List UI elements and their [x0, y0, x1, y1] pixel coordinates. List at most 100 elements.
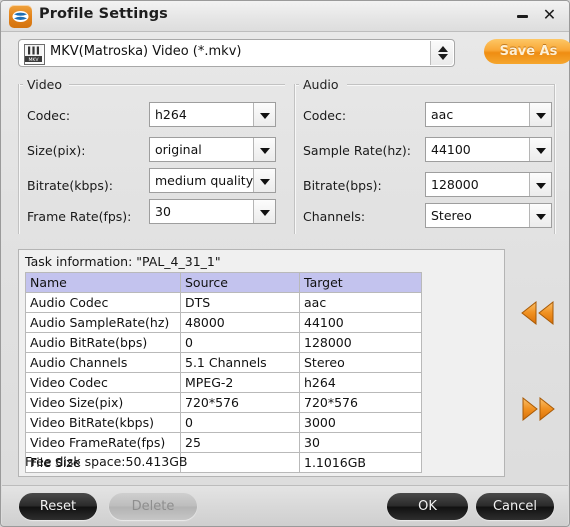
chevron-down-icon — [253, 103, 275, 126]
cell-name: Audio Channels — [25, 352, 181, 373]
cell-source: 5.1 Channels — [180, 352, 300, 373]
cell-source: 48000 — [180, 312, 300, 333]
chevron-down-icon — [529, 173, 551, 196]
audio-samplerate-label: Sample Rate(hz): — [303, 143, 411, 158]
profile-settings-window: Profile Settings ✕ MKV MKV(Matroska) Vid… — [0, 0, 570, 527]
audio-codec-label: Codec: — [303, 108, 347, 123]
task-information-table: Name Source Target Audio Codec DTS aac A… — [25, 272, 422, 473]
table-row[interactable]: Audio Channels 5.1 Channels Stereo — [25, 352, 422, 373]
cell-target: 1.1016GB — [299, 452, 422, 473]
ok-button[interactable]: OK — [387, 493, 468, 520]
page-title: Profile Settings — [39, 6, 168, 22]
save-as-button[interactable]: Save As — [484, 39, 570, 64]
audio-codec-value: aac — [431, 107, 454, 122]
forward-double-arrow-icon[interactable] — [519, 396, 559, 422]
profile-select[interactable]: MKV MKV(Matroska) Video (*.mkv) — [18, 39, 455, 67]
cell-target: 30 — [299, 432, 422, 453]
video-size-select[interactable]: original — [149, 137, 276, 162]
video-bitrate-value: medium quality — [155, 173, 254, 188]
video-framerate-select[interactable]: 30 — [149, 199, 276, 224]
video-group-rule — [69, 84, 285, 85]
audio-bitrate-label: Bitrate(bps): — [303, 178, 382, 193]
video-codec-value: h264 — [155, 107, 187, 122]
cell-name: Video BitRate(kbps) — [25, 412, 181, 433]
cell-target: 44100 — [299, 312, 422, 333]
spinner-down-icon — [438, 54, 448, 60]
audio-channels-value: Stereo — [431, 208, 472, 223]
cell-target: h264 — [299, 372, 422, 393]
audio-channels-label: Channels: — [303, 209, 366, 224]
chevron-down-icon — [529, 103, 551, 126]
chevron-down-icon — [253, 138, 275, 161]
cell-name: Audio Codec — [25, 292, 181, 313]
video-size-value: original — [155, 142, 202, 157]
title-bar: Profile Settings ✕ — [1, 1, 569, 32]
cell-name: Video Size(pix) — [25, 392, 181, 413]
cell-target: 128000 — [299, 332, 422, 353]
cell-source: 25 — [180, 432, 300, 453]
video-size-label: Size(pix): — [27, 143, 86, 158]
cell-source: 0 — [180, 412, 300, 433]
cell-source: MPEG-2 — [180, 372, 300, 393]
profile-row: MKV MKV(Matroska) Video (*.mkv) Save As — [18, 39, 570, 67]
cell-target: Stereo — [299, 352, 422, 373]
close-icon[interactable]: ✕ — [541, 5, 558, 24]
audio-samplerate-value: 44100 — [431, 142, 471, 157]
cell-source: DTS — [180, 292, 300, 313]
cell-name: Audio SampleRate(hz) — [25, 312, 181, 333]
svg-text:MKV: MKV — [28, 57, 39, 62]
delete-button[interactable]: Delete — [109, 493, 197, 520]
table-header-row: Name Source Target — [25, 272, 422, 293]
mkv-file-icon: MKV — [24, 44, 45, 65]
bluray-disc-icon — [9, 5, 32, 28]
audio-group-border-left — [294, 84, 295, 234]
minimize-button[interactable] — [515, 7, 531, 23]
audio-group-border-right — [554, 84, 555, 234]
video-framerate-label: Frame Rate(fps): — [27, 209, 132, 224]
footer-bar: Reset Delete OK Cancel — [2, 486, 568, 526]
chevron-down-icon — [253, 200, 275, 223]
video-group-border-left — [18, 84, 19, 234]
video-codec-select[interactable]: h264 — [149, 102, 276, 127]
table-row[interactable]: Audio BitRate(bps) 0 128000 — [25, 332, 422, 353]
audio-bitrate-select[interactable]: 128000 — [425, 172, 552, 197]
audio-group-rule — [347, 84, 554, 85]
column-header-source: Source — [180, 272, 300, 293]
cell-name: Video Codec — [25, 372, 181, 393]
profile-select-value: MKV(Matroska) Video (*.mkv) — [50, 44, 242, 59]
cell-name: Video FrameRate(fps) — [25, 432, 181, 453]
audio-group-label: Audio — [303, 77, 339, 92]
cell-target: 720*576 — [299, 392, 422, 413]
table-row[interactable]: Audio SampleRate(hz) 48000 44100 — [25, 312, 422, 333]
spinner-up-icon — [438, 46, 448, 52]
chevron-down-icon — [529, 138, 551, 161]
table-row[interactable]: Video BitRate(kbps) 0 3000 — [25, 412, 422, 433]
table-row[interactable]: Audio Codec DTS aac — [25, 292, 422, 313]
cell-target: 3000 — [299, 412, 422, 433]
table-row[interactable]: Video Size(pix) 720*576 720*576 — [25, 392, 422, 413]
column-header-target: Target — [299, 272, 422, 293]
audio-samplerate-select[interactable]: 44100 — [425, 137, 552, 162]
cell-source: 720*576 — [180, 392, 300, 413]
video-bitrate-label: Bitrate(kbps): — [27, 178, 113, 193]
audio-codec-select[interactable]: aac — [425, 102, 552, 127]
cell-name: Audio BitRate(bps) — [25, 332, 181, 353]
reset-button[interactable]: Reset — [19, 493, 97, 520]
cell-target: aac — [299, 292, 422, 313]
cancel-button[interactable]: Cancel — [476, 493, 554, 520]
chevron-down-icon — [253, 169, 275, 192]
free-disk-space-label: Free disk space:50.413GB — [25, 454, 188, 469]
task-information-title: Task information: "PAL_4_31_1" — [25, 254, 221, 269]
video-bitrate-select[interactable]: medium quality — [149, 168, 276, 193]
profile-spinner[interactable] — [430, 41, 453, 65]
video-group-label: Video — [27, 77, 63, 92]
chevron-down-icon — [529, 204, 551, 227]
table-row[interactable]: Video Codec MPEG-2 h264 — [25, 372, 422, 393]
table-row[interactable]: Video FrameRate(fps) 25 30 — [25, 432, 422, 453]
cell-source: 0 — [180, 332, 300, 353]
task-information-panel: Task information: "PAL_4_31_1" Name Sour… — [18, 249, 505, 477]
rewind-double-arrow-icon[interactable] — [519, 300, 559, 326]
column-header-name: Name — [25, 272, 181, 293]
audio-channels-select[interactable]: Stereo — [425, 203, 552, 228]
video-framerate-value: 30 — [155, 204, 171, 219]
